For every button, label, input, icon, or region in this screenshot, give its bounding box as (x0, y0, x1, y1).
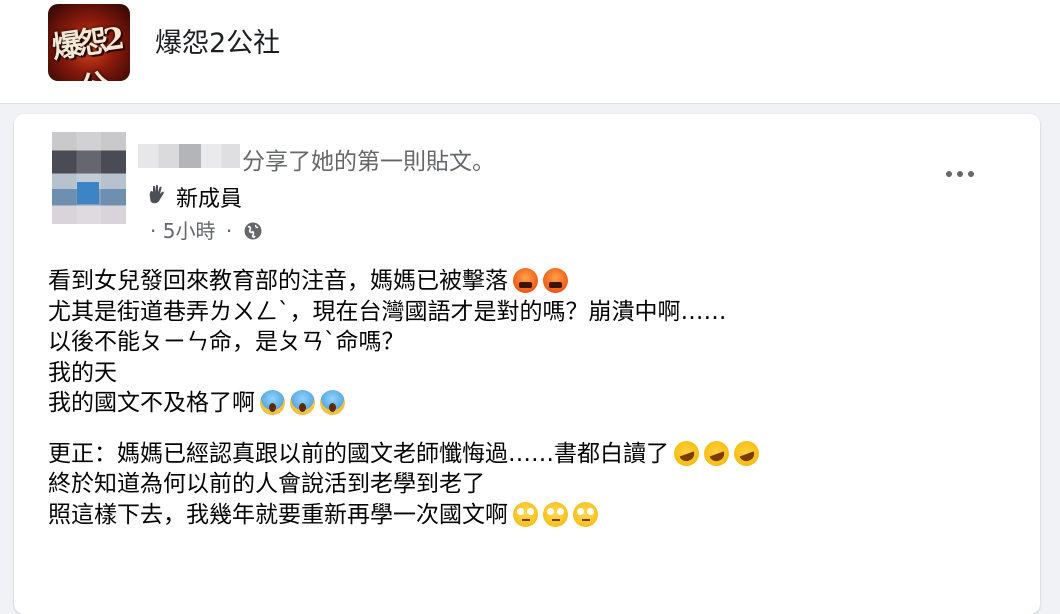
author-action-text: 分享了她的第一則貼文。 (242, 149, 495, 175)
screaming-face-emoji-icon (320, 390, 345, 415)
post-line: 更正：媽媽已經認真跟以前的國文老師懺悔過……書都白讀了 (48, 436, 1028, 470)
post-card: 分享了她的第一則貼文。 新成員 · 5小時 · 看到女兒發回來教育部的注音，媽媽… (14, 114, 1040, 614)
post-line: 終於知道為何以前的人會說活到老學到老了 (48, 471, 485, 497)
separator-dot: · (225, 219, 233, 243)
more-options-icon (946, 171, 952, 177)
group-header: 爆怨2公 爆怨2公社 (0, 0, 1060, 104)
eye-roll-emoji-icon (543, 501, 568, 527)
waving-hand-icon (149, 184, 164, 204)
rage-face-emoji-icon (513, 268, 538, 293)
author-name-redacted[interactable] (138, 144, 240, 168)
post-body: 看到女兒發回來教育部的注音，媽媽已被擊落 尤其是街道巷弄ㄌㄨㄥˋ，現在台灣國語才… (48, 266, 1028, 530)
rolling-laughing-emoji-icon (670, 436, 703, 470)
group-avatar[interactable]: 爆怨2公 (48, 4, 130, 81)
eye-roll-emoji-icon (513, 501, 538, 527)
separator-dot: · (150, 219, 157, 243)
group-name[interactable]: 爆怨2公社 (155, 21, 280, 60)
post-line: 尤其是街道巷弄ㄌㄨㄥˋ，現在台灣國語才是對的嗎？崩潰中啊…… (48, 298, 727, 325)
author-avatar[interactable] (52, 132, 126, 224)
screaming-face-emoji-icon (260, 390, 285, 415)
post-line: 照這樣下去，我幾年就要重新再學一次國文啊 (48, 500, 1028, 531)
post-line: 以後不能ㄆㄧㄣ命，是ㄆㄢˋ命嗎？ (48, 329, 405, 355)
eye-roll-emoji-icon (573, 501, 598, 527)
post-line: 我的國文不及格了啊 (48, 388, 1028, 419)
post-line: 我的天 (48, 359, 117, 386)
more-options-button[interactable] (940, 160, 980, 188)
rolling-laughing-emoji-icon (700, 436, 733, 470)
post-timestamp[interactable]: 5小時 (163, 219, 216, 243)
globe-icon[interactable] (243, 221, 263, 241)
group-logo-text: 爆怨2公 (49, 21, 123, 81)
member-badge-label: 新成員 (176, 187, 243, 212)
rolling-laughing-emoji-icon (730, 436, 763, 470)
rage-face-emoji-icon (543, 268, 568, 293)
post-line: 看到女兒發回來教育部的注音，媽媽已被擊落 (48, 266, 1028, 297)
screaming-face-emoji-icon (290, 390, 315, 415)
post-meta: · 5小時 · (150, 215, 263, 244)
